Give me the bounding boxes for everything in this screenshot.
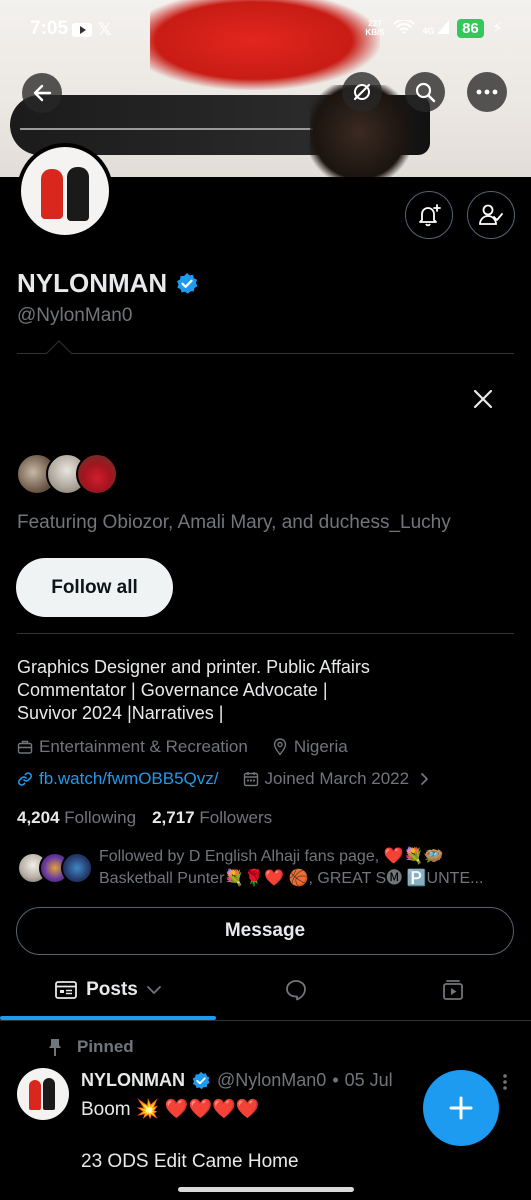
followed-by-line: Followed by D English Alhaji fans page, … xyxy=(99,848,444,865)
verified-badge-icon[interactable] xyxy=(175,272,199,296)
suggestions-divider xyxy=(17,353,514,354)
youtube-icon xyxy=(72,23,92,37)
grok-icon xyxy=(353,83,371,101)
more-options-button[interactable] xyxy=(467,72,507,112)
tab-posts-label: Posts xyxy=(86,979,138,1000)
tabs-divider xyxy=(0,1020,531,1021)
section-divider xyxy=(17,633,514,634)
search-icon xyxy=(415,82,436,103)
signal-bars-icon xyxy=(437,20,450,34)
network-type: 4G xyxy=(422,26,435,36)
verified-badge-icon xyxy=(192,1071,210,1089)
video-media-icon xyxy=(443,980,463,1000)
follow-all-button[interactable]: Follow all xyxy=(16,558,173,617)
bell-plus-icon xyxy=(419,204,441,227)
charging-icon: ⚡ xyxy=(491,20,503,37)
followed-by-text[interactable]: Followed by D English Alhaji fans page, … xyxy=(99,846,519,890)
post-header: NYLONMAN @NylonMan0 • 05 Jul xyxy=(81,1070,393,1091)
post-separator: • xyxy=(332,1070,339,1090)
post-date: 05 Jul xyxy=(344,1070,393,1090)
grok-button[interactable] xyxy=(342,72,382,112)
back-arrow-icon xyxy=(33,84,52,102)
bio-line: Commentator | Governance Advocate | xyxy=(17,680,328,700)
avatar-figure-black xyxy=(67,167,89,221)
posts-feed-icon xyxy=(55,981,78,999)
followers-label: Followers xyxy=(199,808,273,827)
profile-joined-date: Joined March 2022 xyxy=(264,769,410,788)
status-time: 7:05 xyxy=(30,18,69,39)
network-speed-unit: KB/S xyxy=(365,28,385,37)
post-author-avatar[interactable] xyxy=(17,1068,69,1120)
profile-tabs: Posts xyxy=(0,965,531,1021)
tab-posts[interactable]: Posts xyxy=(52,965,164,1015)
x-logo-icon: 𝕏 xyxy=(98,20,112,39)
wifi-icon xyxy=(392,20,415,34)
post-author-name[interactable]: NYLONMAN xyxy=(81,1070,185,1091)
profile-meta-row-2: fb.watch/fwmOBB5Qvz/ Joined March 2022 xyxy=(17,769,431,789)
profile-category: Entertainment & Recreation xyxy=(39,737,248,756)
tab-media[interactable] xyxy=(437,965,469,1015)
followed-by-line: Basketball Punter💐🌹❤️ 🏀, GREAT S🅜 🅿️UNTE… xyxy=(99,870,484,887)
avatar xyxy=(76,453,118,495)
profile-meta-row: Entertainment & Recreation Nigeria xyxy=(17,737,348,757)
pin-icon xyxy=(49,1039,61,1056)
search-button[interactable] xyxy=(405,72,445,112)
plus-icon xyxy=(449,1096,473,1120)
profile-bio: Graphics Designer and printer. Public Af… xyxy=(17,656,487,725)
chevron-down-icon xyxy=(146,986,161,994)
avatar-figure-red xyxy=(41,169,63,219)
status-bar: 7:05 𝕏 227 KB/S 4G 86 ⚡ xyxy=(0,14,531,44)
close-icon[interactable] xyxy=(468,384,498,414)
post-author-handle: @NylonMan0 xyxy=(217,1070,327,1090)
briefcase-icon xyxy=(17,740,33,754)
profile-avatar[interactable] xyxy=(17,143,113,239)
pinned-indicator: Pinned xyxy=(47,1037,134,1057)
divider-notch xyxy=(46,340,72,366)
profile-handle: @NylonMan0 xyxy=(17,305,133,326)
battery-level: 86 xyxy=(457,18,484,38)
featuring-text: Featuring Obiozor, Amali Mary, and duche… xyxy=(17,512,451,533)
bio-line: Suvivor 2024 |Narratives | xyxy=(17,703,224,723)
followed-by-avatars[interactable] xyxy=(17,852,93,884)
bio-line: Graphics Designer and printer. Public Af… xyxy=(17,657,370,677)
calendar-icon xyxy=(243,772,258,787)
chevron-right-icon[interactable] xyxy=(419,772,431,786)
profile-location: Nigeria xyxy=(293,737,348,756)
network-speed: 227 KB/S xyxy=(365,19,384,37)
following-label: Following xyxy=(64,808,137,827)
profile-name-row: NYLONMAN xyxy=(17,268,199,299)
avatar xyxy=(61,852,93,884)
reply-bubble-icon xyxy=(286,980,306,1001)
post-text-line: Boom 💥 ❤️❤️❤️❤️ xyxy=(81,1099,260,1120)
following-count: 4,204 xyxy=(17,808,60,827)
link-icon xyxy=(18,772,32,786)
followers-link[interactable]: 2,717 Followers xyxy=(152,808,272,828)
post-more-icon[interactable] xyxy=(500,1072,510,1092)
person-check-icon xyxy=(479,204,503,225)
back-button[interactable] xyxy=(22,73,62,113)
banner-stripe xyxy=(20,128,350,130)
following-button[interactable] xyxy=(467,191,515,239)
message-button[interactable]: Message xyxy=(16,907,514,955)
followers-count: 2,717 xyxy=(152,808,195,827)
more-horizontal-icon xyxy=(476,89,498,95)
location-pin-icon xyxy=(273,738,287,756)
compose-post-button[interactable] xyxy=(423,1070,499,1146)
pinned-label: Pinned xyxy=(77,1037,134,1056)
avatar-figure-red xyxy=(29,1080,41,1110)
follow-stats: 4,204 Following 2,717 Followers xyxy=(17,808,272,828)
gesture-home-bar[interactable] xyxy=(178,1187,354,1192)
post-text-line: 23 ODS Edit Came Home xyxy=(81,1151,299,1172)
signal-indicator: 4G xyxy=(423,20,450,36)
avatar-figure-black xyxy=(43,1078,55,1110)
profile-website-link[interactable]: fb.watch/fwmOBB5Qvz/ xyxy=(39,769,219,789)
notifications-button[interactable] xyxy=(405,191,453,239)
profile-name: NYLONMAN xyxy=(17,268,168,298)
network-speed-value: 227 xyxy=(368,19,382,28)
tab-replies[interactable] xyxy=(280,965,312,1015)
featured-avatars[interactable] xyxy=(16,453,118,495)
following-link[interactable]: 4,204 Following xyxy=(17,808,136,828)
